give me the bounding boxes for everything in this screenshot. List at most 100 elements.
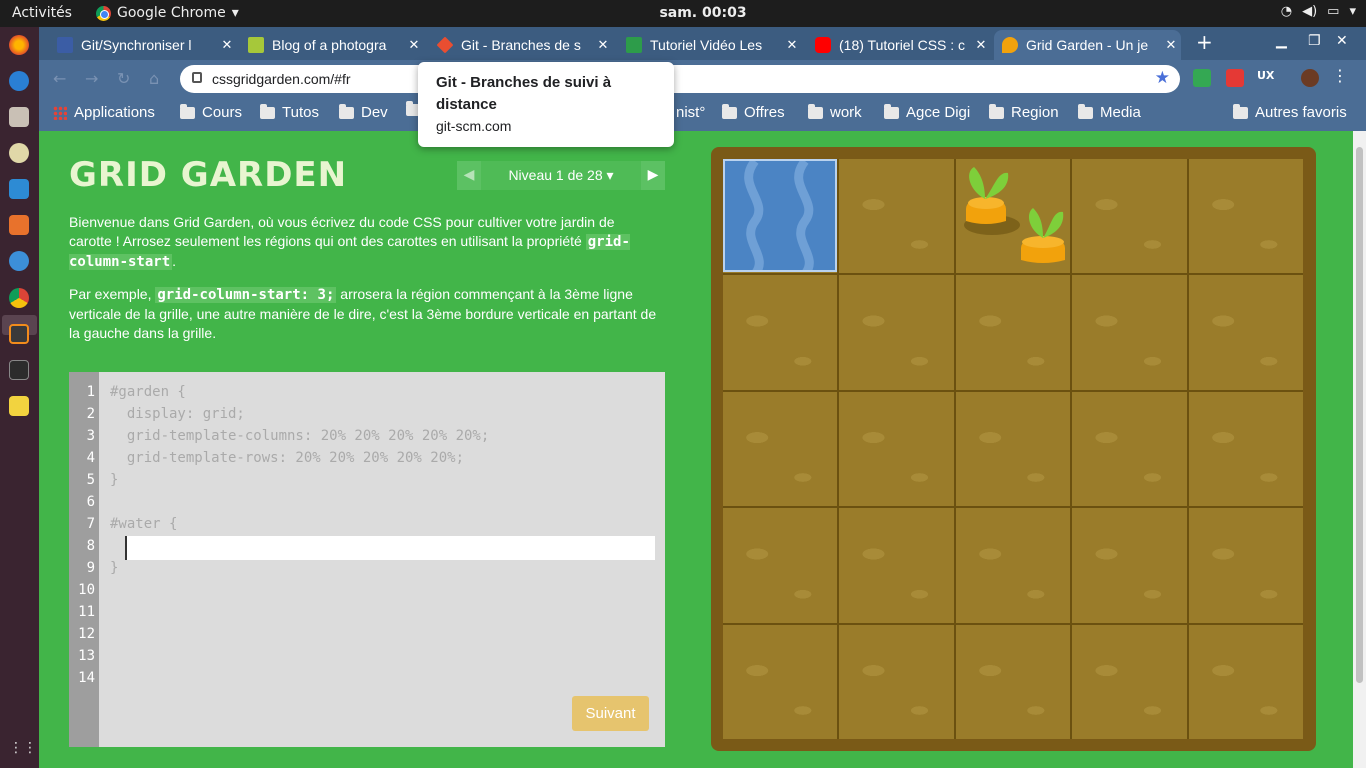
notes-icon[interactable] <box>9 396 29 416</box>
writer-icon[interactable] <box>9 179 29 199</box>
firefox-icon[interactable] <box>9 35 29 55</box>
address-bar[interactable]: cssgridgarden.com/#fr ★ <box>180 65 1180 93</box>
home-icon[interactable]: ⌂ <box>149 69 159 88</box>
page-scrollbar[interactable] <box>1353 131 1366 768</box>
soil-tile <box>1188 624 1303 739</box>
chrome-dock-icon[interactable] <box>9 288 29 308</box>
intro-text: Bienvenue dans Grid Garden, où vous écri… <box>69 214 615 249</box>
line-number: 2 <box>86 406 95 422</box>
volume-icon: ◀) <box>1302 4 1318 19</box>
close-icon[interactable]: ✕ <box>971 37 991 53</box>
help-icon[interactable] <box>9 251 29 271</box>
favicon-icon <box>248 37 264 53</box>
extension-discount-icon[interactable] <box>1226 69 1244 87</box>
minimize-icon[interactable]: ▁ <box>1276 33 1287 49</box>
css-input[interactable] <box>125 536 655 560</box>
bookmark-folder[interactable]: nist° <box>676 104 705 121</box>
garden-board <box>711 147 1316 751</box>
files-icon[interactable] <box>9 107 29 127</box>
bookmark-folder[interactable]: Offres <box>722 103 785 121</box>
code-editor: 1 2 3 4 5 6 7 8 9 10 11 12 13 14 #garden { display: g… <box>69 372 665 747</box>
extension-sheets-icon[interactable] <box>1193 69 1211 87</box>
folder-icon <box>884 103 899 119</box>
rhythmbox-icon[interactable] <box>9 143 29 163</box>
system-tray[interactable]: ◔ ◀) ▭ ▾ <box>1281 4 1356 19</box>
line-number: 1 <box>86 384 95 400</box>
code-line: } <box>110 472 119 488</box>
close-icon[interactable]: ✕ <box>217 37 237 53</box>
scrollbar-thumb[interactable] <box>1356 147 1363 683</box>
level-dropdown[interactable]: Niveau 1 de 28 ▾ <box>481 161 641 190</box>
bookmark-folder[interactable]: Cours <box>180 103 243 121</box>
tab-youtube[interactable]: (18) Tutoriel CSS : c ✕ <box>807 30 991 60</box>
example-text: Par exemple, <box>69 286 156 302</box>
soil-tile <box>1188 391 1303 507</box>
soil-tile <box>955 275 1071 390</box>
level-selector[interactable]: ◀ Niveau 1 de 28 ▾ ▶ <box>457 161 665 190</box>
menu-icon[interactable]: ⋮ <box>1332 66 1350 85</box>
tab-tutoriel-video[interactable]: Tutoriel Vidéo Les ✕ <box>618 30 802 60</box>
folder-icon <box>1233 103 1248 119</box>
bookmark-label: Cours <box>202 104 243 121</box>
line-number: 13 <box>78 648 95 664</box>
code-line: #garden { <box>110 384 186 400</box>
bookmark-folder[interactable]: Media <box>1078 103 1141 121</box>
soil-tile <box>1072 624 1187 739</box>
youtube-icon <box>815 37 831 53</box>
show-apps-icon[interactable]: ⋮⋮ <box>9 740 37 760</box>
close-icon[interactable]: ✕ <box>1161 37 1181 53</box>
tab-git-sync[interactable]: Git/Synchroniser l ✕ <box>49 30 237 60</box>
soil-tile <box>1188 508 1303 623</box>
tab-git-branches[interactable]: Git - Branches de s ✕ <box>429 30 613 60</box>
bookmark-label: Autres favoris <box>1255 104 1347 121</box>
line-number: 4 <box>86 450 95 466</box>
tab-strip: Git/Synchroniser l ✕ Blog of a photogra ✕ … <box>39 27 1366 60</box>
new-tab-button[interactable]: + <box>1196 30 1213 54</box>
thunderbird-icon[interactable] <box>9 71 29 91</box>
soil-tile <box>955 624 1071 739</box>
bookmarks-bar: Applications Cours Tutos Dev nist° Offre… <box>39 97 1366 131</box>
bookmark-folder[interactable]: Region <box>989 103 1059 121</box>
close-icon[interactable]: ✕ <box>593 37 613 53</box>
water-tile <box>723 159 837 272</box>
window-close-icon[interactable]: ✕ <box>1336 33 1348 49</box>
tab-grid-garden[interactable]: Grid Garden - Un je ✕ <box>994 30 1181 60</box>
bookmark-star-icon[interactable]: ★ <box>1155 68 1170 88</box>
bookmark-folder[interactable]: Tutos <box>260 103 319 121</box>
forward-icon[interactable]: → <box>85 69 98 88</box>
next-level-button[interactable]: ▶ <box>641 161 665 190</box>
bookmark-folder[interactable]: work <box>808 103 862 121</box>
profile-avatar[interactable] <box>1301 69 1319 87</box>
tab-blog[interactable]: Blog of a photogra ✕ <box>240 30 424 60</box>
close-icon[interactable]: ✕ <box>782 37 802 53</box>
soil-tile <box>1072 159 1187 274</box>
line-number: 5 <box>86 472 95 488</box>
software-center-icon[interactable] <box>9 215 29 235</box>
bookmark-other[interactable]: Autres favoris <box>1233 103 1347 121</box>
carrot-favicon-icon <box>1002 37 1018 53</box>
soil-tile <box>723 391 838 507</box>
wifi-icon: ◔ <box>1280 4 1293 19</box>
sublime-text-icon[interactable] <box>9 324 29 344</box>
extension-ux-icon[interactable]: UX <box>1257 69 1275 87</box>
soil-tile <box>839 275 954 390</box>
close-icon[interactable]: ✕ <box>404 37 424 53</box>
reload-icon[interactable]: ↻ <box>117 69 130 88</box>
back-icon[interactable]: ← <box>53 69 66 88</box>
bookmark-label: Dev <box>361 104 388 121</box>
favicon-icon <box>626 37 642 53</box>
maximize-icon[interactable]: ❐ <box>1308 33 1321 49</box>
line-number: 11 <box>78 604 95 620</box>
terminal-icon[interactable] <box>9 360 29 380</box>
line-gutter: 1 2 3 4 5 6 7 8 9 10 11 12 13 14 <box>69 372 99 747</box>
folder-icon <box>722 103 737 119</box>
tab-title: Git/Synchroniser l <box>81 37 192 53</box>
prev-level-button[interactable]: ◀ <box>457 161 481 190</box>
next-button[interactable]: Suivant <box>572 696 649 731</box>
bookmark-label: nist° <box>676 104 706 121</box>
clock[interactable]: sam. 00:03 <box>0 5 1366 21</box>
bookmark-folder[interactable]: Agce Digi <box>884 103 970 121</box>
bookmark-label: Applications <box>74 104 155 121</box>
bookmark-folder[interactable]: Dev <box>339 103 388 121</box>
bookmark-apps[interactable]: Applications <box>53 104 155 121</box>
